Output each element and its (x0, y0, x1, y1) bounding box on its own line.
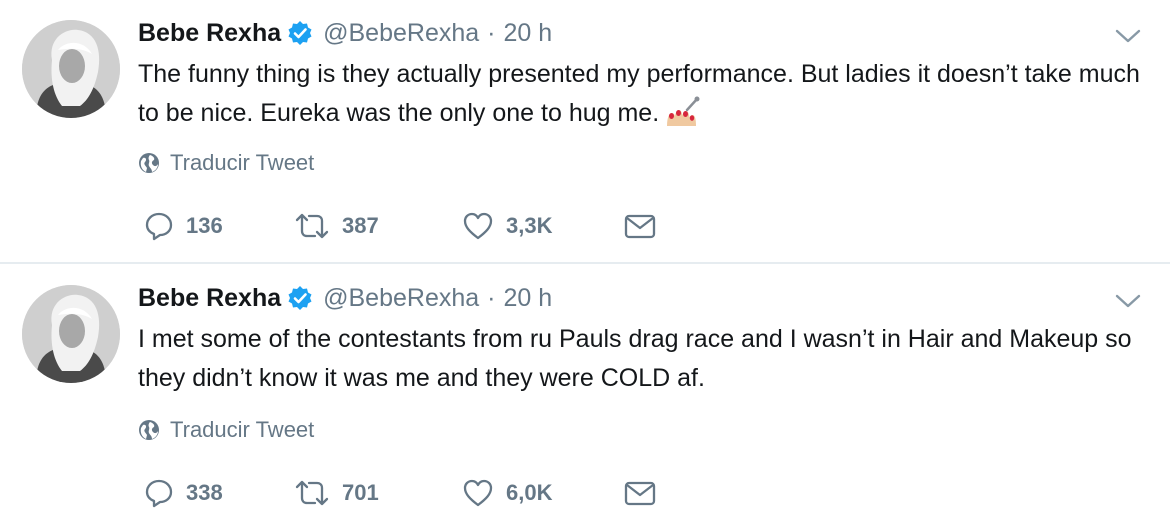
translate-tweet-link[interactable]: Traducir Tweet (138, 150, 314, 176)
reply-count: 136 (186, 213, 223, 238)
globe-icon (139, 420, 159, 440)
tweet-text-body: The funny thing is they actually present… (138, 60, 1140, 127)
avatar[interactable] (22, 20, 120, 118)
timestamp[interactable]: 20 h (503, 19, 552, 48)
nail-polish-emoji-icon (665, 96, 701, 126)
like-button[interactable]: 6,0K (462, 473, 552, 513)
like-count: 6,0K (506, 480, 553, 505)
tweet[interactable]: Bebe Rexha @BebeRexha · 20 h I met some … (0, 265, 1170, 526)
retweet-button[interactable]: 387 (294, 206, 379, 246)
globe-icon (139, 153, 159, 173)
heart-icon (463, 212, 493, 240)
translate-label[interactable]: Traducir Tweet (170, 150, 314, 176)
tweet-header: Bebe Rexha @BebeRexha · 20 h (138, 15, 552, 51)
direct-message-button[interactable] (624, 206, 656, 246)
like-count: 3,3K (506, 213, 553, 238)
verified-badge-icon (287, 285, 313, 311)
author-name[interactable]: Bebe Rexha (138, 19, 281, 48)
like-button[interactable]: 3,3K (462, 206, 552, 246)
reply-icon (145, 479, 173, 508)
author-handle[interactable]: @BebeRexha (323, 284, 479, 313)
heart-icon (463, 479, 493, 507)
separator: · (487, 283, 496, 312)
reply-icon (145, 212, 173, 241)
tweet-text: I met some of the contestants from ru Pa… (138, 325, 1132, 392)
reply-count: 338 (186, 480, 223, 505)
retweet-count: 701 (342, 480, 379, 505)
retweet-icon (295, 480, 329, 506)
reply-button[interactable]: 338 (144, 473, 223, 513)
tweet-text: The funny thing is they actually present… (138, 55, 1148, 133)
direct-message-button[interactable] (624, 473, 656, 513)
tweet-divider (0, 262, 1170, 264)
translate-label[interactable]: Traducir Tweet (170, 417, 314, 443)
chevron-down-icon[interactable] (1114, 26, 1142, 46)
verified-badge-icon (287, 20, 313, 46)
separator: · (487, 18, 496, 47)
tweet[interactable]: Bebe Rexha @BebeRexha · 20 h The funny t… (0, 0, 1170, 263)
direct-message-icon (624, 214, 656, 239)
timestamp[interactable]: 20 h (503, 284, 552, 313)
translate-tweet-link[interactable]: Traducir Tweet (138, 417, 314, 443)
retweet-icon (295, 213, 329, 239)
retweet-count: 387 (342, 213, 379, 238)
direct-message-icon (624, 481, 656, 506)
author-handle[interactable]: @BebeRexha (323, 19, 479, 48)
tweet-header: Bebe Rexha @BebeRexha · 20 h (138, 280, 552, 316)
chevron-down-icon[interactable] (1114, 291, 1142, 311)
avatar[interactable] (22, 285, 120, 383)
author-name[interactable]: Bebe Rexha (138, 284, 281, 313)
retweet-button[interactable]: 701 (294, 473, 379, 513)
reply-button[interactable]: 136 (144, 206, 223, 246)
